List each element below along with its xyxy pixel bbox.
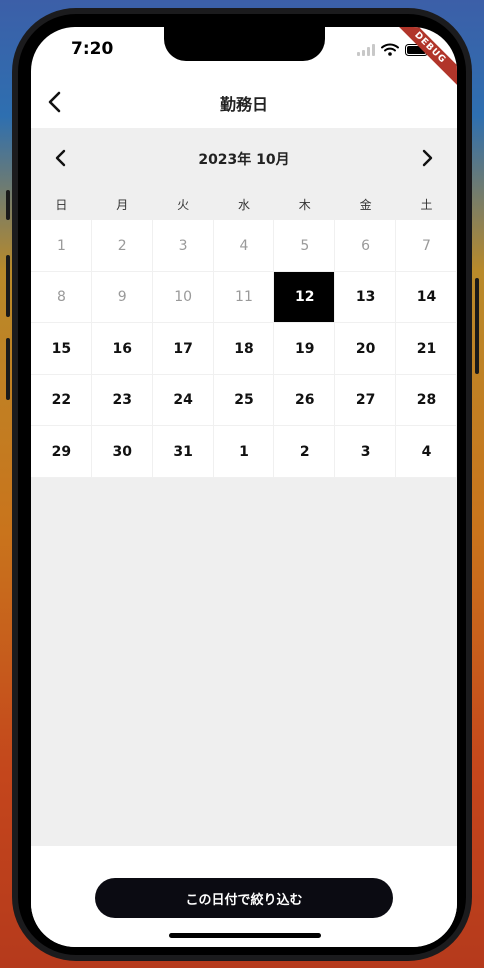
- weekday-label: 金: [359, 197, 372, 212]
- day-cell[interactable]: 29: [31, 426, 92, 478]
- weekday-label: 火: [177, 197, 190, 212]
- volume-up-button: [6, 255, 10, 317]
- app-screen: 7:20 DEBUG 勤務日 2023年 10月 日 月 火 水 木 金 土 1…: [31, 27, 457, 947]
- day-cell[interactable]: 14: [396, 271, 457, 323]
- notch: [164, 27, 325, 61]
- day-cell[interactable]: 28: [396, 374, 457, 426]
- day-cell[interactable]: 17: [152, 323, 214, 375]
- day-cell[interactable]: 4: [396, 426, 457, 478]
- wifi-icon: [381, 43, 399, 56]
- day-cell[interactable]: 20: [335, 323, 397, 375]
- day-cell[interactable]: 9: [91, 271, 153, 323]
- day-cell[interactable]: 6: [335, 220, 397, 272]
- weekday-label: 土: [420, 197, 433, 212]
- day-cell[interactable]: 22: [31, 374, 92, 426]
- day-cell[interactable]: 18: [213, 323, 275, 375]
- silent-switch: [6, 190, 10, 220]
- page-title: 勤務日: [219, 95, 268, 114]
- day-cell[interactable]: 31: [152, 426, 214, 478]
- day-cell[interactable]: 1: [31, 220, 92, 272]
- day-cell[interactable]: 3: [335, 426, 397, 478]
- weekday-label: 木: [298, 197, 311, 212]
- day-cell[interactable]: 24: [152, 374, 214, 426]
- power-button: [475, 278, 479, 374]
- weekday-header: 日 月 火 水 木 金 土: [31, 188, 457, 220]
- month-label: 2023年 10月: [198, 152, 290, 168]
- calendar: 2023年 10月 日 月 火 水 木 金 土 1 2 3 4 5 6 7 8 9 10 11 12 1…: [31, 128, 457, 846]
- footer: この日付で絞り込む: [31, 846, 457, 947]
- next-month-chevron-icon[interactable]: [417, 148, 437, 168]
- day-cell[interactable]: 2: [274, 426, 336, 478]
- weekday-label: 月: [116, 197, 129, 212]
- day-cell-selected[interactable]: 12: [274, 271, 336, 323]
- day-grid: 1 2 3 4 5 6 7 8 9 10 11 12 13 14 15 16 17 18 19 20 21 22 23 24 2…: [31, 220, 457, 478]
- weekday-label: 日: [55, 197, 68, 212]
- day-cell[interactable]: 13: [335, 271, 397, 323]
- home-indicator: [169, 933, 321, 938]
- calendar-header: 2023年 10月: [31, 128, 457, 188]
- day-cell[interactable]: 26: [274, 374, 336, 426]
- app-bar: 勤務日: [31, 77, 457, 127]
- day-cell[interactable]: 30: [91, 426, 153, 478]
- day-cell[interactable]: 25: [213, 374, 275, 426]
- volume-down-button: [6, 338, 10, 400]
- day-cell[interactable]: 1: [213, 426, 275, 478]
- day-cell[interactable]: 3: [152, 220, 214, 272]
- day-cell[interactable]: 8: [31, 271, 92, 323]
- day-cell[interactable]: 23: [91, 374, 153, 426]
- day-cell[interactable]: 2: [91, 220, 153, 272]
- day-cell[interactable]: 27: [335, 374, 397, 426]
- day-cell[interactable]: 16: [91, 323, 153, 375]
- filter-by-date-button[interactable]: この日付で絞り込む: [95, 878, 393, 918]
- status-time: 7:20: [71, 39, 114, 59]
- day-cell[interactable]: 7: [396, 220, 457, 272]
- day-cell[interactable]: 15: [31, 323, 92, 375]
- day-cell[interactable]: 4: [213, 220, 275, 272]
- day-cell[interactable]: 19: [274, 323, 336, 375]
- day-cell[interactable]: 11: [213, 271, 275, 323]
- weekday-label: 水: [237, 197, 250, 212]
- day-cell[interactable]: 21: [396, 323, 457, 375]
- day-cell[interactable]: 10: [152, 271, 214, 323]
- signal-icon: [357, 43, 375, 56]
- day-cell[interactable]: 5: [274, 220, 336, 272]
